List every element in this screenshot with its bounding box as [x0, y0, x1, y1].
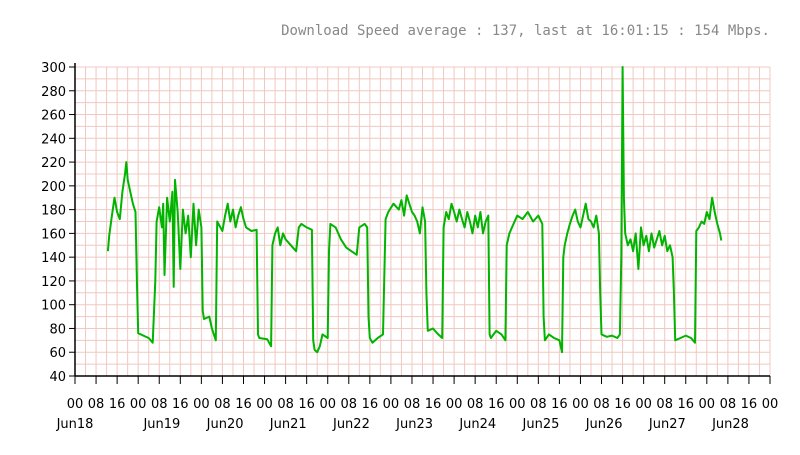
x-tick-label: 08 [593, 397, 610, 412]
x-tick-labels: 00 08 16 00 08 16 00 08 16 00 08 16 00 08 16 00 08 16 00 08… [67, 397, 779, 412]
day-label: Jun18 [56, 417, 94, 432]
day-label: Jun25 [522, 417, 560, 432]
x-tick-label: 16 [741, 397, 758, 412]
y-tick-label: 140 [41, 251, 66, 266]
x-tick-label: 16 [614, 397, 631, 412]
x-tick-label: 00 [383, 397, 400, 412]
y-tick-label: 220 [41, 156, 66, 171]
x-tick-label: 00 [67, 397, 84, 412]
x-tick-label: 16 [172, 397, 189, 412]
x-tick-label: 08 [214, 397, 231, 412]
grid-lines [74, 66, 771, 377]
day-label: Jun26 [585, 417, 623, 432]
chart-title: Download Speed average : 137, last at 16… [281, 23, 770, 39]
x-tick-label: 08 [277, 397, 294, 412]
x-tick-label: 08 [656, 397, 673, 412]
x-tick-label: 00 [509, 397, 526, 412]
x-tick-label: 00 [699, 397, 716, 412]
y-tick-label: 180 [41, 204, 66, 219]
y-tick-label: 40 [49, 370, 66, 385]
x-tick-label: 00 [130, 397, 147, 412]
x-tick-label: 00 [446, 397, 463, 412]
x-tick-label: 08 [341, 397, 358, 412]
x-tick-label: 16 [109, 397, 126, 412]
x-tick-label: 08 [88, 397, 105, 412]
day-label: Jun20 [206, 417, 244, 432]
x-tick-label: 00 [762, 397, 779, 412]
x-tick-label: 00 [193, 397, 210, 412]
x-tick-label: 16 [362, 397, 379, 412]
x-tick-label: 08 [404, 397, 421, 412]
x-tick-label: 08 [151, 397, 168, 412]
y-tick-label: 60 [49, 346, 66, 361]
day-label: Jun22 [332, 417, 370, 432]
y-tick-label: 280 [41, 85, 66, 100]
day-label: Jun23 [395, 417, 433, 432]
y-tick-label: 120 [41, 275, 66, 290]
x-tick-label: 16 [488, 397, 505, 412]
x-tick-label: 00 [256, 397, 273, 412]
x-tick-label: 16 [677, 397, 694, 412]
y-tick-label: 100 [41, 299, 66, 314]
x-tick-label: 16 [298, 397, 315, 412]
x-tick-label: 00 [319, 397, 336, 412]
day-label: Jun24 [458, 417, 496, 432]
x-tick-label: 08 [530, 397, 547, 412]
x-tick-label: 16 [235, 397, 252, 412]
x-tick-label: 00 [635, 397, 652, 412]
y-tick-label: 200 [41, 180, 66, 195]
x-tick-label: 00 [572, 397, 589, 412]
day-labels: Jun18 Jun19 Jun20 Jun21 Jun22 Jun23 Jun24 Jun25… [56, 417, 749, 432]
y-tick-label: 240 [41, 132, 66, 147]
y-tick-label: 260 [41, 109, 66, 124]
y-tick-label: 300 [41, 61, 66, 76]
y-tick-label: 160 [41, 227, 66, 242]
y-tick-labels: 40 60 80 100 120 140 160 180 200 220 240 260 280 300 [41, 61, 66, 385]
day-label: Jun19 [142, 417, 180, 432]
x-tick-label: 16 [425, 397, 442, 412]
y-tick-label: 80 [49, 322, 66, 337]
x-tick-label: 08 [720, 397, 737, 412]
day-label: Jun28 [711, 417, 749, 432]
day-label: Jun27 [648, 417, 686, 432]
download-speed-chart: Download Speed average : 137, last at 16… [41, 23, 779, 432]
day-label: Jun21 [269, 417, 307, 432]
x-tick-label: 16 [551, 397, 568, 412]
x-tick-label: 08 [467, 397, 484, 412]
